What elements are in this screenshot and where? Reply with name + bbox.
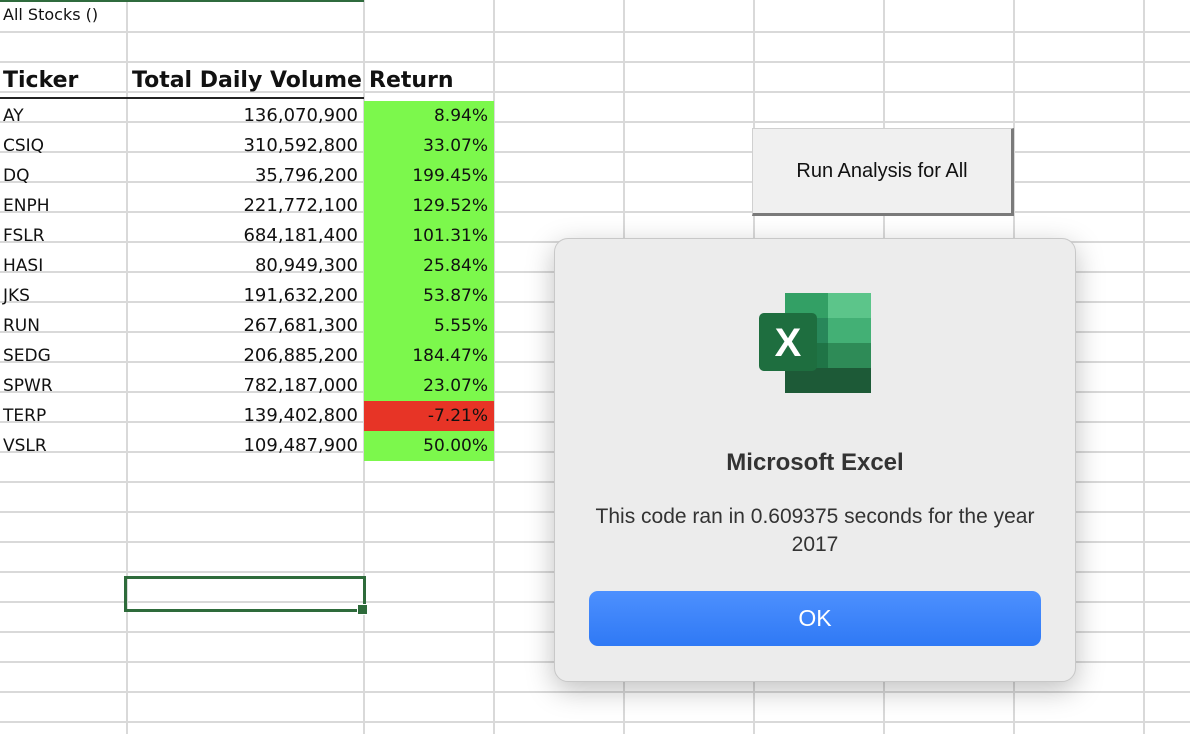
cell-ticker[interactable]: JKS — [3, 281, 30, 311]
table-row: CSIQ 310,592,800 33.07% — [0, 131, 494, 161]
header-ticker[interactable]: Ticker — [3, 64, 78, 98]
dialog-title: Microsoft Excel — [726, 449, 904, 476]
row-gridline — [0, 31, 1190, 33]
cell-total-daily-volume[interactable]: 206,885,200 — [128, 341, 358, 371]
cell-ticker[interactable]: DQ — [3, 161, 29, 191]
table-row: ENPH 221,772,100 129.52% — [0, 191, 494, 221]
cell-ticker[interactable]: SEDG — [3, 341, 51, 371]
cell-total-daily-volume[interactable]: 35,796,200 — [128, 161, 358, 191]
cell-ticker[interactable]: TERP — [3, 401, 46, 431]
cell-return[interactable]: 101.31% — [364, 221, 494, 251]
cell-ticker[interactable]: FSLR — [3, 221, 45, 251]
table-row: DQ 35,796,200 199.45% — [0, 161, 494, 191]
cell-total-daily-volume[interactable]: 80,949,300 — [128, 251, 358, 281]
table-row: FSLR 684,181,400 101.31% — [0, 221, 494, 251]
selected-cell[interactable] — [124, 576, 366, 612]
cell-return[interactable]: 184.47% — [364, 341, 494, 371]
cell-total-daily-volume[interactable]: 139,402,800 — [128, 401, 358, 431]
excel-icon-letter: X — [775, 321, 802, 365]
header-return[interactable]: Return — [369, 64, 454, 98]
table-row: HASI 80,949,300 25.84% — [0, 251, 494, 281]
ok-button[interactable]: OK — [589, 591, 1041, 646]
cell-total-daily-volume[interactable]: 267,681,300 — [128, 311, 358, 341]
header-border — [0, 97, 364, 99]
cell-total-daily-volume[interactable]: 191,632,200 — [128, 281, 358, 311]
table-row: RUN 267,681,300 5.55% — [0, 311, 494, 341]
table-row: SEDG 206,885,200 184.47% — [0, 341, 494, 371]
row-gridline — [0, 691, 1190, 693]
cell-ticker[interactable]: HASI — [3, 251, 43, 281]
cell-return[interactable]: 23.07% — [364, 371, 494, 401]
table-row: AY 136,070,900 8.94% — [0, 101, 494, 131]
run-analysis-button[interactable]: Run Analysis for All — [752, 128, 1014, 216]
cell-total-daily-volume[interactable]: 684,181,400 — [128, 221, 358, 251]
header-total-daily-volume[interactable]: Total Daily Volume — [132, 64, 362, 98]
cell-total-daily-volume[interactable]: 221,772,100 — [128, 191, 358, 221]
column-gridline — [1143, 0, 1145, 734]
cell-total-daily-volume[interactable]: 109,487,900 — [128, 431, 358, 461]
alert-dialog: X Microsoft Excel This code ran in 0.609… — [554, 238, 1076, 682]
cell-total-daily-volume[interactable]: 136,070,900 — [128, 101, 358, 131]
cell-return[interactable]: 33.07% — [364, 131, 494, 161]
table-row: TERP 139,402,800 -7.21% — [0, 401, 494, 431]
row-gridline — [0, 721, 1190, 723]
dialog-message: This code ran in 0.609375 seconds for th… — [595, 505, 1035, 556]
active-column-indicator — [0, 0, 364, 2]
cell-return[interactable]: 5.55% — [364, 311, 494, 341]
cell-total-daily-volume[interactable]: 310,592,800 — [128, 131, 358, 161]
cell-return[interactable]: 129.52% — [364, 191, 494, 221]
cell-ticker[interactable]: RUN — [3, 311, 40, 341]
cell-ticker[interactable]: AY — [3, 101, 24, 131]
table-row: VSLR 109,487,900 50.00% — [0, 431, 494, 461]
cell-a1-title[interactable]: All Stocks () — [3, 5, 98, 24]
cell-return[interactable]: 25.84% — [364, 251, 494, 281]
cell-return[interactable]: 53.87% — [364, 281, 494, 311]
cell-total-daily-volume[interactable]: 782,187,000 — [128, 371, 358, 401]
cell-return[interactable]: 50.00% — [364, 431, 494, 461]
cell-return[interactable]: 8.94% — [364, 101, 494, 131]
cell-ticker[interactable]: ENPH — [3, 191, 50, 221]
table-row: JKS 191,632,200 53.87% — [0, 281, 494, 311]
fill-handle[interactable] — [357, 604, 368, 615]
cell-ticker[interactable]: VSLR — [3, 431, 47, 461]
excel-app-icon: X — [759, 293, 871, 393]
table-row: SPWR 782,187,000 23.07% — [0, 371, 494, 401]
cell-ticker[interactable]: SPWR — [3, 371, 53, 401]
cell-return[interactable]: 199.45% — [364, 161, 494, 191]
cell-ticker[interactable]: CSIQ — [3, 131, 44, 161]
row-gridline — [0, 61, 1190, 63]
cell-return[interactable]: -7.21% — [364, 401, 494, 431]
